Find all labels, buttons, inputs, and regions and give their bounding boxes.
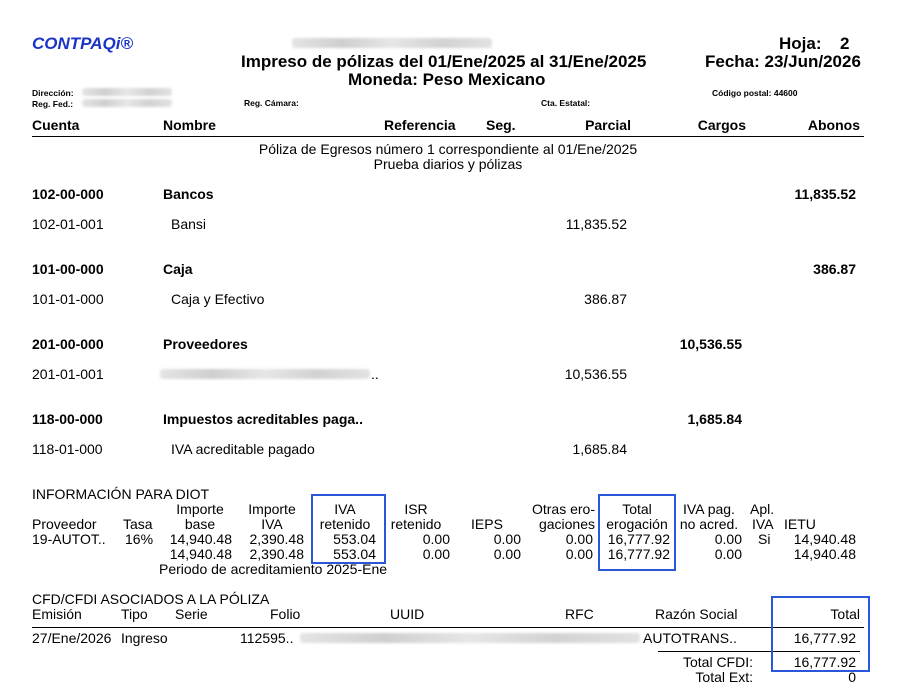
entry-name: Bansi	[171, 216, 207, 232]
entry-account: 118-01-000	[32, 441, 103, 457]
entry-account: 101-01-000	[32, 291, 104, 307]
diot-otras: 0.00	[565, 531, 593, 547]
diot-h-tasa: Tasa	[123, 516, 153, 532]
redacted-uuid-rfc	[300, 633, 640, 643]
diot-apl: Si	[758, 531, 771, 547]
diot-base: 14,940.48	[169, 531, 232, 547]
col-seg: Seg.	[486, 117, 516, 133]
entry-name: Impuestos acreditables paga..	[163, 411, 363, 427]
diot-h-iva: IVA	[261, 516, 283, 532]
diot-iva: 2,390.48	[249, 546, 305, 562]
entry-name: ..	[371, 366, 379, 382]
diot-h-retenido-2: retenido	[390, 516, 442, 532]
redacted-address	[82, 88, 172, 96]
diot-otras: 0.00	[565, 546, 593, 562]
entry-cargos: 1,685.84	[687, 411, 743, 427]
entry-name: IVA acreditable pagado	[171, 441, 315, 457]
company-logo: CONTPAQi®	[32, 34, 133, 53]
diot-tasa: 16%	[125, 531, 154, 547]
diot-ieps: 0.00	[493, 546, 521, 562]
reg-fed-label: Reg. Fed.:	[32, 99, 74, 109]
header-rule	[32, 136, 864, 137]
entry-parcial: 1,685.84	[572, 441, 628, 457]
diot-h-proveedor: Proveedor	[32, 516, 97, 532]
total-ext-label: Total Ext:	[695, 669, 753, 685]
reg-camara-label: Reg. Cámara:	[244, 98, 299, 108]
sheet-number: 2	[840, 34, 850, 53]
entry-parcial: 10,536.55	[564, 366, 627, 382]
diot-h-iva-pag: IVA pag.	[683, 501, 735, 517]
diot-ieps: 0.00	[493, 531, 521, 547]
diot-h-no-acred: no acred.	[679, 516, 739, 532]
total-cfdi-label: Total CFDI:	[682, 654, 753, 670]
entry-name: Caja y Efectivo	[171, 291, 265, 307]
col-referencia: Referencia	[384, 117, 456, 133]
diot-h-ieps: IEPS	[471, 516, 503, 532]
highlight-total-erogacion	[598, 494, 676, 571]
diot-h-base: base	[184, 516, 216, 532]
redacted-company-name	[292, 38, 492, 48]
entry-name: Bancos	[163, 186, 214, 202]
entry-parcial: 386.87	[584, 291, 627, 307]
cfdi-h-serie: Serie	[175, 606, 208, 622]
cfdi-h-uuid: UUID	[390, 606, 425, 622]
diot-iva: 2,390.48	[249, 531, 305, 547]
cfdi-folio: 112595..	[240, 630, 294, 646]
col-parcial: Parcial	[585, 117, 631, 133]
cfdi-tipo: Ingreso	[121, 630, 168, 646]
col-abonos: Abonos	[807, 117, 860, 133]
entry-abonos: 386.87	[813, 261, 856, 277]
redacted-supplier-name	[160, 369, 370, 379]
cfdi-title: CFD/CFDI ASOCIADOS A LA PÓLIZA	[32, 591, 270, 607]
report-title: Impreso de pólizas del 01/Ene/2025 al 31…	[241, 52, 647, 71]
diot-title: INFORMACIÓN PARA DIOT	[32, 486, 210, 502]
entry-abonos: 11,835.52	[794, 186, 856, 202]
postal-code: Código postal: 44600	[712, 88, 798, 98]
diot-h-importe-iva: Importe	[248, 501, 296, 517]
entry-account: 101-00-000	[32, 261, 104, 277]
poliza-description: Póliza de Egresos número 1 correspondien…	[258, 141, 638, 157]
cfdi-h-folio: Folio	[270, 606, 301, 622]
col-cuenta: Cuenta	[32, 117, 80, 133]
address-label: Dirección:	[32, 88, 74, 98]
entry-account: 201-01-001	[32, 366, 104, 382]
entry-account: 118-00-000	[32, 411, 103, 427]
cta-estatal-label: Cta. Estatal:	[541, 98, 591, 108]
diot-h-apl-iva: IVA	[752, 516, 774, 532]
entry-cargos: 10,536.55	[679, 336, 742, 352]
diot-h-otras: Otras ero-	[531, 501, 595, 517]
entry-name: Caja	[163, 261, 193, 277]
diot-base: 14,940.48	[169, 546, 232, 562]
entry-account: 102-00-000	[32, 186, 104, 202]
highlight-iva-retenido	[311, 494, 386, 564]
diot-proveedor: 19-AUTOT..	[32, 531, 106, 547]
entry-parcial: 11,835.52	[565, 216, 627, 232]
entry-name: Proveedores	[163, 336, 248, 352]
cfdi-header-rule	[32, 627, 864, 628]
entry-account: 102-01-001	[32, 216, 104, 232]
diot-h-ietu: IETU	[784, 516, 816, 532]
poliza-concept: Prueba diarios y pólizas	[373, 156, 523, 172]
diot-h-apl: Apl.	[750, 501, 775, 517]
redacted-rfc	[82, 99, 172, 107]
cfdi-h-rfc: RFC	[565, 606, 594, 622]
diot-h-gaciones: gaciones	[538, 516, 595, 532]
highlight-cfdi-total	[771, 596, 870, 672]
diot-h-isr-retenido: ISR	[404, 501, 428, 517]
print-date: Fecha: 23/Jun/2026	[705, 52, 861, 71]
col-cargos: Cargos	[697, 117, 746, 133]
currency-label: Moneda: Peso Mexicano	[348, 70, 546, 89]
cfdi-h-razon: Razón Social	[655, 606, 738, 622]
cfdi-h-tipo: Tipo	[121, 606, 148, 622]
cfdi-h-emision: Emisión	[32, 606, 82, 622]
diot-ietu: 14,940.48	[793, 546, 856, 562]
diot-h-importe-base: Importe	[176, 501, 224, 517]
diot-ietu: 14,940.48	[793, 531, 856, 547]
col-nombre: Nombre	[163, 117, 216, 133]
cfdi-razon-social: AUTOTRANS..	[643, 630, 737, 646]
entry-account: 201-00-000	[32, 336, 104, 352]
cfdi-emision: 27/Ene/2026	[32, 630, 112, 646]
sheet-label: Hoja:	[779, 34, 822, 53]
